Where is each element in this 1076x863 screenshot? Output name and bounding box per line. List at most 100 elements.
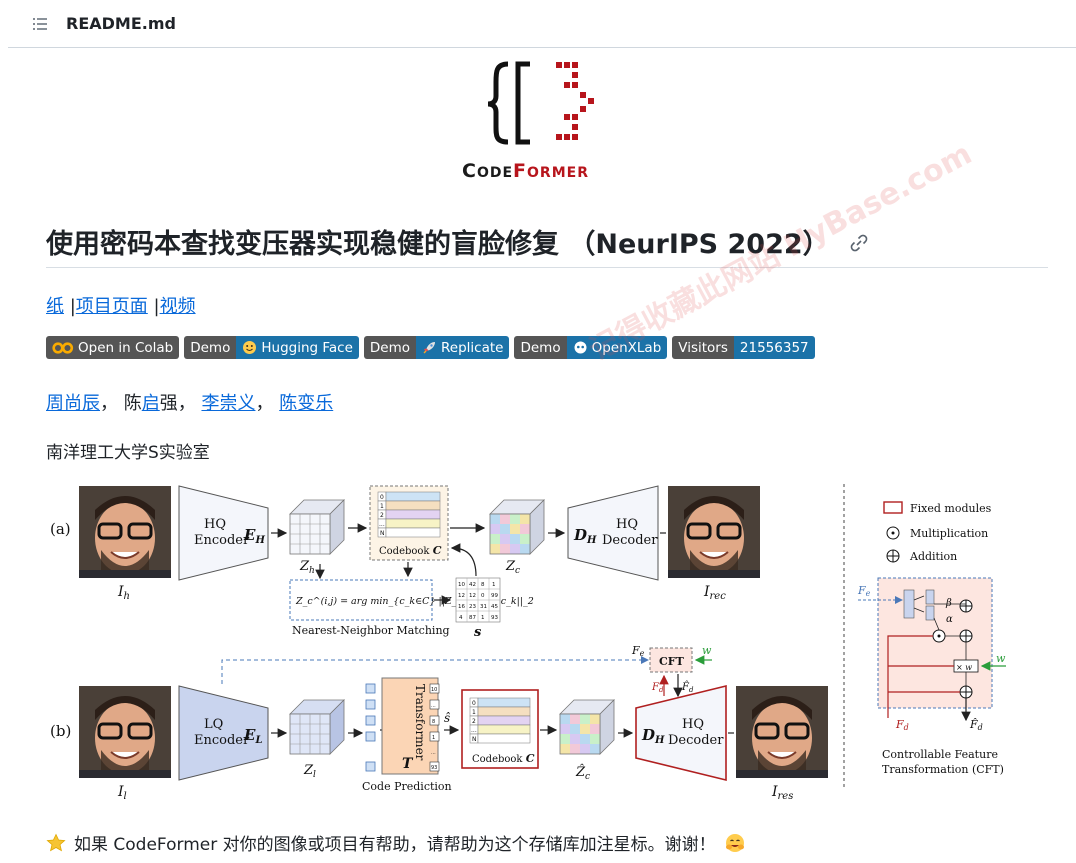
svg-text:ŝ: ŝ (444, 711, 450, 725)
svg-text:1: 1 (380, 503, 384, 510)
architecture-figure: (a) Ih HQ Encoder EH Zh 012...N Codebook… (50, 484, 1006, 802)
author-list: 周尚辰， 陈启强， 李崇义， 陈变乐 (46, 393, 334, 414)
list-unordered-icon[interactable] (22, 6, 58, 42)
openxlab-demo-badge[interactable]: Demo OpenXLab (514, 336, 668, 359)
svg-text:F̂d: F̂d (681, 681, 694, 694)
svg-text:8: 8 (481, 582, 485, 588)
svg-text:2: 2 (380, 512, 384, 519)
zc-quantized-cube (489, 499, 545, 555)
codeformer-logo-mark (487, 61, 594, 145)
input-token-column (365, 683, 376, 772)
svg-text:(b): (b) (50, 722, 71, 740)
svg-text:s: s (474, 625, 482, 640)
hq-reconstructed-face (666, 484, 762, 580)
svg-text:42: 42 (469, 582, 476, 588)
paper-link[interactable]: 纸 (46, 296, 64, 317)
file-header: README.md (8, 0, 1076, 48)
hugging-face-icon (243, 341, 257, 354)
video-link[interactable]: 视频 (160, 296, 196, 317)
svg-text:Multiplication: Multiplication (910, 527, 988, 540)
author-link-4[interactable]: 陈变乐 (279, 393, 333, 414)
svg-text:Decoder: Decoder (602, 533, 658, 548)
svg-text:...: ... (379, 521, 385, 528)
zc-hat-cube (559, 699, 615, 755)
svg-text:10: 10 (458, 582, 465, 588)
file-name: README.md (66, 14, 176, 33)
cft-detail (877, 577, 993, 709)
svg-text:0: 0 (380, 494, 384, 501)
codeformer-logo: CODEFORMER (450, 58, 640, 182)
svg-text:Codebook C: Codebook C (379, 544, 442, 557)
svg-text:1: 1 (492, 582, 496, 588)
hugging-face-demo-badge[interactable]: Demo Hugging Face (184, 336, 359, 359)
hq-input-face (77, 484, 173, 580)
svg-text:87: 87 (469, 615, 476, 621)
svg-text:HQ: HQ (682, 717, 704, 732)
svg-text:w: w (702, 644, 712, 657)
hugging-face-icon (725, 833, 744, 852)
svg-text:LQ: LQ (204, 717, 223, 732)
ih-label: Ih (117, 584, 130, 602)
svg-text:× w: × w (956, 663, 972, 672)
svg-text:1: 1 (432, 735, 435, 741)
svg-text:Fe: Fe (857, 584, 871, 598)
svg-text:Zh: Zh (299, 559, 315, 576)
svg-text:Encoder: Encoder (194, 533, 250, 548)
svg-text:1: 1 (472, 709, 476, 716)
svg-text:Decoder: Decoder (668, 733, 724, 748)
author-link-1[interactable]: 周尚辰 (46, 393, 100, 414)
svg-text:0: 0 (472, 700, 476, 707)
svg-text:Encoder: Encoder (194, 733, 250, 748)
svg-text:99: 99 (491, 593, 498, 599)
svg-text:Zl: Zl (303, 763, 316, 780)
svg-text:Ires: Ires (771, 784, 793, 802)
svg-text:Controllable Feature: Controllable Feature (882, 748, 998, 761)
svg-text:45: 45 (491, 604, 498, 610)
row-a-label: (a) (50, 520, 71, 538)
rocket-icon (423, 342, 436, 354)
svg-text:1: 1 (481, 615, 485, 621)
svg-text:Transformer: Transformer (413, 684, 427, 761)
svg-text:Irec: Irec (703, 584, 726, 602)
badge-row: Open in Colab Demo Hugging Face Demo Rep… (46, 336, 815, 359)
svg-text:F̂d: F̂d (969, 718, 983, 732)
replicate-demo-badge[interactable]: Demo Replicate (363, 336, 510, 359)
svg-text:Codebook C: Codebook C (472, 752, 535, 765)
zh-feature-cube (289, 499, 345, 555)
svg-text:T: T (402, 756, 414, 772)
svg-text:Fd: Fd (651, 682, 664, 694)
link-icon[interactable] (848, 232, 870, 254)
svg-text:0: 0 (481, 593, 485, 599)
svg-text:w: w (996, 652, 1006, 665)
svg-text:Fixed modules: Fixed modules (910, 502, 992, 515)
svg-text:16: 16 (458, 604, 465, 610)
svg-text:Code Prediction: Code Prediction (362, 780, 452, 793)
project-page-link[interactable]: 项目页面 (76, 296, 148, 317)
svg-text:Nearest-Neighbor Matching: Nearest-Neighbor Matching (292, 624, 450, 637)
codeformer-wordmark: CODEFORMER (462, 160, 589, 182)
svg-text:Ẑc: Ẑc (575, 764, 590, 782)
visitors-badge[interactable]: Visitors 21556357 (672, 336, 815, 359)
svg-text:Fd: Fd (895, 718, 909, 732)
lq-input-face (77, 684, 173, 780)
svg-text:2: 2 (472, 718, 476, 725)
star-icon (46, 833, 66, 851)
svg-text:HQ: HQ (204, 517, 226, 532)
zl-feature-cube (289, 699, 345, 755)
author-link-2[interactable]: 启 (142, 393, 160, 414)
svg-text:12: 12 (469, 593, 476, 599)
colab-icon (52, 341, 74, 354)
author-link-3[interactable]: 李崇义 (201, 393, 255, 414)
svg-text:Transformation (CFT): Transformation (CFT) (882, 763, 1004, 776)
svg-text:93: 93 (491, 615, 498, 621)
legend-fixed-swatch (883, 501, 903, 514)
svg-text:23: 23 (469, 604, 476, 610)
svg-text:HQ: HQ (616, 517, 638, 532)
colab-badge[interactable]: Open in Colab (46, 336, 180, 359)
svg-text:...: ... (471, 727, 477, 734)
svg-text:...: ... (431, 703, 436, 709)
svg-text:Addition: Addition (909, 550, 957, 563)
svg-text:β: β (945, 598, 952, 609)
svg-text:Zc: Zc (505, 559, 520, 576)
svg-text:Il: Il (117, 784, 127, 802)
